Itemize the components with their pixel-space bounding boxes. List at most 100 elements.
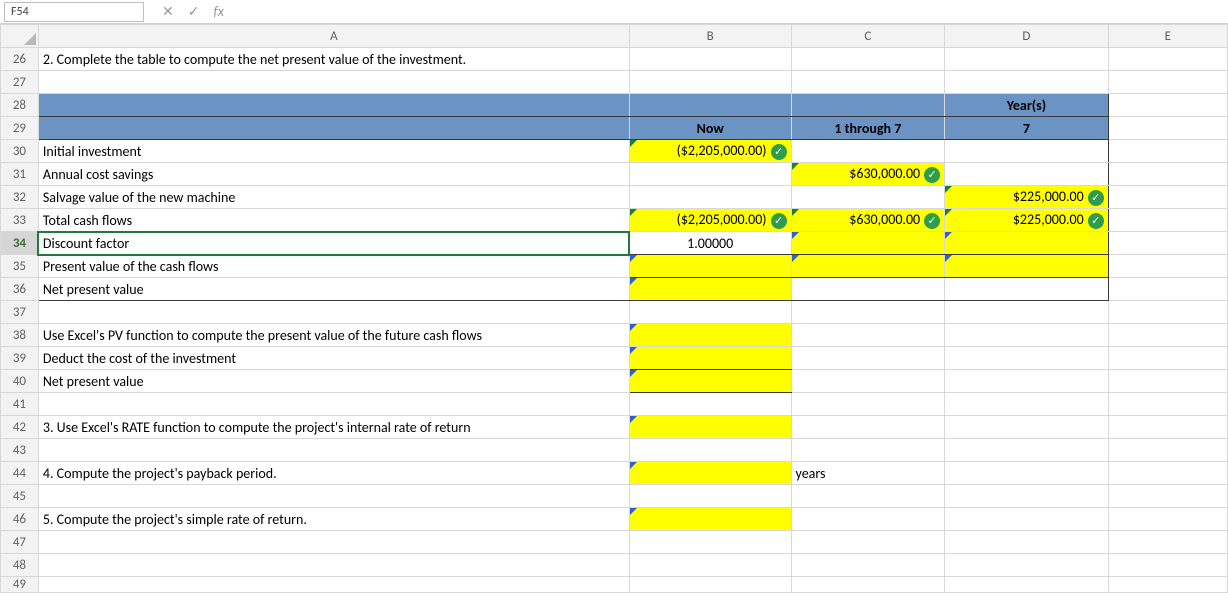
cell-D26[interactable] [945,48,1109,71]
cell-A41[interactable] [38,393,629,416]
cell-A45[interactable] [38,485,629,508]
cell-A47[interactable] [38,531,629,554]
cell-C47[interactable] [791,531,945,554]
cell-D44[interactable] [945,462,1109,485]
cell-B40[interactable] [629,370,791,393]
col-header-B[interactable]: B [629,25,791,48]
cell-C40[interactable] [791,370,945,393]
cell-D34[interactable] [945,232,1109,255]
cell-C44[interactable]: years [791,462,945,485]
row-header[interactable]: 36 [1,278,39,301]
cell-B37[interactable] [629,301,791,324]
cell-C41[interactable] [791,393,945,416]
cell-C32[interactable] [791,186,945,209]
cell-D39[interactable] [945,347,1109,370]
cell-E31[interactable] [1108,163,1227,186]
cell-D38[interactable] [945,324,1109,347]
cell-E38[interactable] [1108,324,1227,347]
col-header-A[interactable]: A [38,25,629,48]
cell-C39[interactable] [791,347,945,370]
cell-A28[interactable] [38,94,629,117]
row-header[interactable]: 46 [1,508,39,531]
cell-D29[interactable]: 7 [945,117,1109,140]
cell-A48[interactable] [38,554,629,577]
cell-A38[interactable]: Use Excel's PV function to compute the p… [38,324,629,347]
cell-B44[interactable] [629,462,791,485]
row-header[interactable]: 29 [1,117,39,140]
cell-C36[interactable] [791,278,945,301]
row-header[interactable]: 44 [1,462,39,485]
cell-C42[interactable] [791,416,945,439]
cell-E26[interactable] [1108,48,1227,71]
cell-B43[interactable] [629,439,791,462]
cell-D48[interactable] [945,554,1109,577]
row-header[interactable]: 31 [1,163,39,186]
row-header[interactable]: 30 [1,140,39,163]
cell-A42[interactable]: 3. Use Excel's RATE function to compute … [38,416,629,439]
cell-B49[interactable] [629,577,791,593]
cell-E39[interactable] [1108,347,1227,370]
cell-D37[interactable] [945,301,1109,324]
cell-E49[interactable] [1108,577,1227,593]
cell-A34[interactable]: Discount factor [38,232,629,255]
cell-B36[interactable] [629,278,791,301]
name-box[interactable]: F54 [4,2,144,22]
cell-C37[interactable] [791,301,945,324]
cell-E30[interactable] [1108,140,1227,163]
cell-C30[interactable] [791,140,945,163]
cell-C35[interactable] [791,255,945,278]
cell-D40[interactable] [945,370,1109,393]
cell-D41[interactable] [945,393,1109,416]
row-header[interactable]: 45 [1,485,39,508]
cell-B30[interactable]: ($2,205,000.00)✓ [629,140,791,163]
cell-A39[interactable]: Deduct the cost of the investment [38,347,629,370]
cell-B35[interactable] [629,255,791,278]
cell-B39[interactable] [629,347,791,370]
cell-A31[interactable]: Annual cost savings [38,163,629,186]
cell-B48[interactable] [629,554,791,577]
row-header[interactable]: 34 [1,232,39,255]
cell-C45[interactable] [791,485,945,508]
cell-E42[interactable] [1108,416,1227,439]
row-header[interactable]: 43 [1,439,39,462]
cell-E37[interactable] [1108,301,1227,324]
row-header[interactable]: 41 [1,393,39,416]
cell-A26[interactable]: 2. Complete the table to compute the net… [38,48,629,71]
row-header[interactable]: 39 [1,347,39,370]
cell-D28[interactable]: Year(s) [945,94,1109,117]
row-header[interactable]: 38 [1,324,39,347]
cell-A46[interactable]: 5. Compute the project's simple rate of … [38,508,629,531]
cell-E46[interactable] [1108,508,1227,531]
cell-E41[interactable] [1108,393,1227,416]
cell-B27[interactable] [629,71,791,94]
cell-E43[interactable] [1108,439,1227,462]
cell-C26[interactable] [791,48,945,71]
cell-B31[interactable] [629,163,791,186]
cell-E34[interactable] [1108,232,1227,255]
cell-D49[interactable] [945,577,1109,593]
col-header-C[interactable]: C [791,25,945,48]
cell-B46[interactable] [629,508,791,531]
cell-C31[interactable]: $630,000.00✓ [791,163,945,186]
cell-E40[interactable] [1108,370,1227,393]
row-header[interactable]: 37 [1,301,39,324]
cell-A35[interactable]: Present value of the cash flows [38,255,629,278]
cell-C33[interactable]: $630,000.00✓ [791,209,945,232]
cell-A43[interactable] [38,439,629,462]
cell-E35[interactable] [1108,255,1227,278]
cell-A30[interactable]: Initial investment [38,140,629,163]
cell-C43[interactable] [791,439,945,462]
cell-B34[interactable]: 1.00000 [629,232,791,255]
cell-B26[interactable] [629,48,791,71]
cell-B33[interactable]: ($2,205,000.00)✓ [629,209,791,232]
row-header[interactable]: 27 [1,71,39,94]
cell-E48[interactable] [1108,554,1227,577]
row-header[interactable]: 35 [1,255,39,278]
cell-D27[interactable] [945,71,1109,94]
cell-C38[interactable] [791,324,945,347]
select-all-corner[interactable] [1,25,39,48]
row-header[interactable]: 26 [1,48,39,71]
row-header[interactable]: 42 [1,416,39,439]
cell-C28[interactable] [791,94,945,117]
cell-E28[interactable] [1108,94,1227,117]
